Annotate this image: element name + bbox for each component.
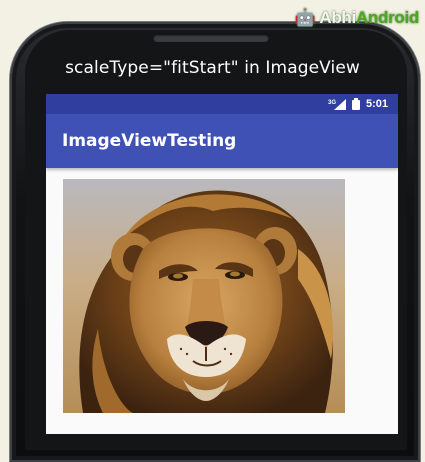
- watermark-text-prefix: Abhi: [319, 8, 356, 27]
- caption-title: scaleType="fitStart" in ImageView: [65, 58, 360, 78]
- content-area: [46, 168, 398, 434]
- app-title: ImageViewTesting: [62, 131, 237, 151]
- status-bar: 3G 5:01: [46, 94, 398, 114]
- signal-icon: 3G: [328, 98, 346, 110]
- lion-image-view: [63, 179, 345, 413]
- battery-icon: [351, 98, 360, 110]
- svg-text:3G: 3G: [328, 100, 336, 106]
- lion-image: [63, 179, 345, 413]
- phone-screen: 3G 5:01 ImageViewTesting: [46, 94, 398, 434]
- status-time: 5:01: [365, 98, 388, 110]
- watermark-android-icon: 🤖: [294, 8, 316, 27]
- watermark-text-accent: Android: [355, 8, 419, 27]
- phone-speaker-grille: [153, 34, 269, 42]
- watermark-logo: 🤖 AbhiAndroid: [294, 8, 420, 28]
- app-toolbar: ImageViewTesting: [46, 114, 398, 168]
